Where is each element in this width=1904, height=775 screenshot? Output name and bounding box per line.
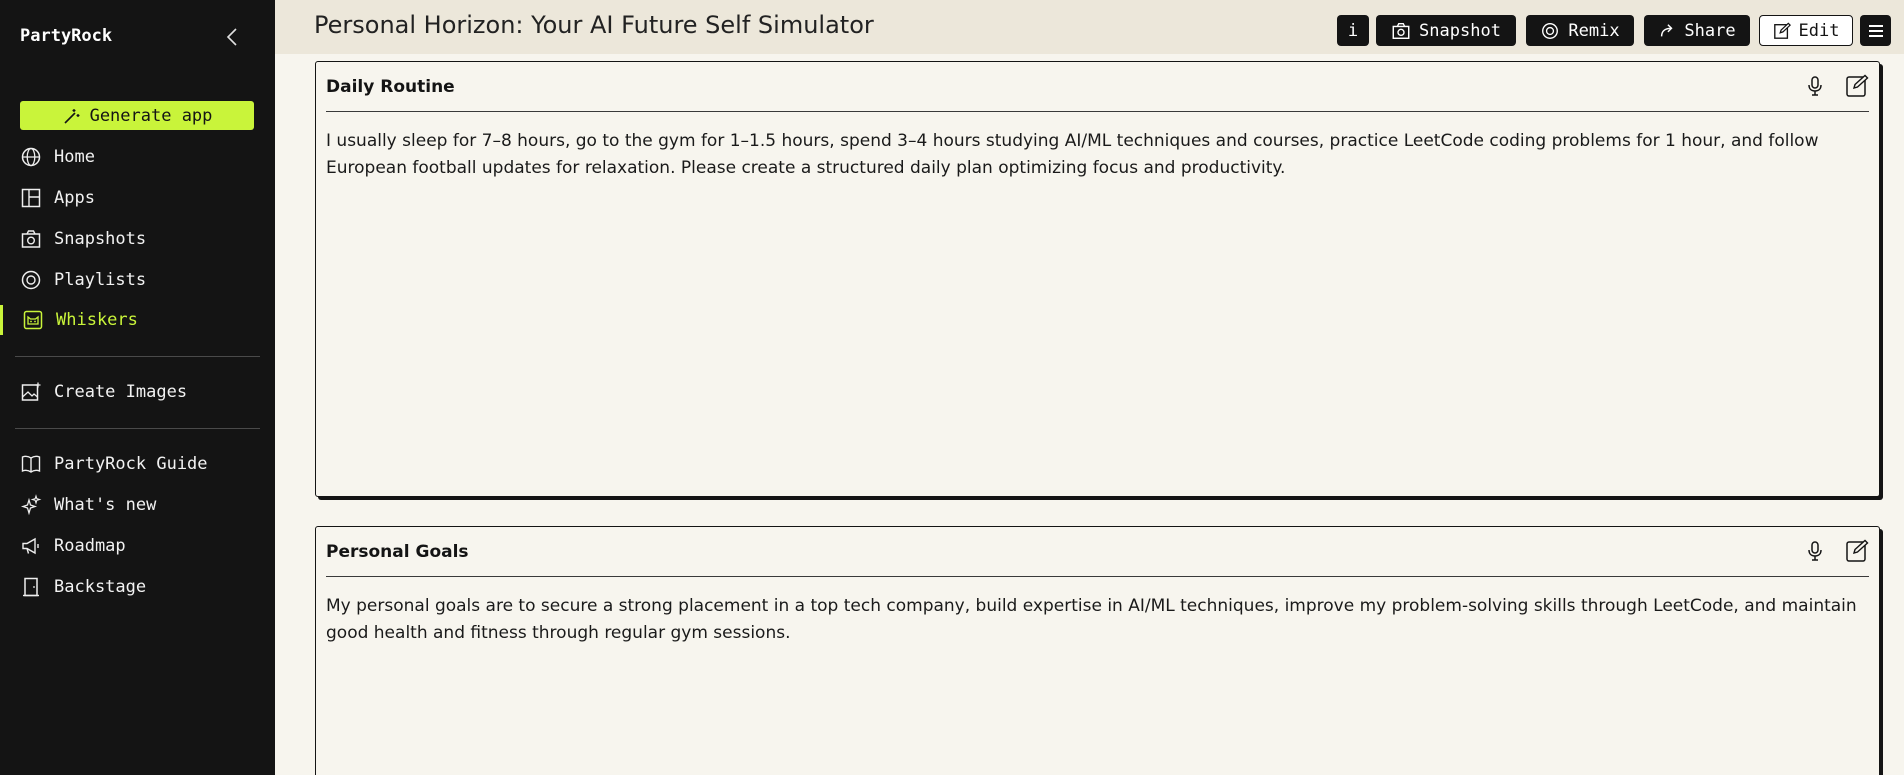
sidebar-item-label: Snapshots bbox=[54, 229, 147, 249]
edit-icon[interactable] bbox=[1845, 539, 1869, 563]
remix-icon bbox=[1542, 22, 1559, 39]
sidebar-item-guide[interactable]: PartyRock Guide bbox=[20, 449, 208, 479]
widget-header: Personal Goals bbox=[326, 527, 1869, 577]
personal-goals-widget: Personal Goals My personal goals are to … bbox=[315, 526, 1880, 775]
generate-app-label: Generate app bbox=[89, 105, 213, 126]
magic-wand-icon bbox=[64, 108, 80, 124]
sidebar-item-whats-new[interactable]: What's new bbox=[20, 490, 156, 520]
share-label: Share bbox=[1684, 20, 1736, 41]
sidebar-item-apps[interactable]: Apps bbox=[20, 183, 95, 213]
playlist-icon bbox=[20, 269, 42, 291]
sidebar-item-label: Backstage bbox=[54, 577, 147, 597]
snapshot-button[interactable]: Snapshot bbox=[1376, 15, 1516, 46]
page-title: Personal Horizon: Your AI Future Self Si… bbox=[314, 11, 874, 39]
widget-title: Daily Routine bbox=[326, 77, 455, 97]
brand-logo[interactable]: PartyRock bbox=[20, 26, 112, 46]
sidebar-item-backstage[interactable]: Backstage bbox=[20, 572, 146, 602]
generate-app-button[interactable]: Generate app bbox=[20, 101, 254, 130]
app-header: Personal Horizon: Your AI Future Self Si… bbox=[275, 0, 1904, 54]
sidebar-divider bbox=[15, 356, 260, 357]
hamburger-menu-icon bbox=[1868, 24, 1883, 37]
cat-icon bbox=[22, 309, 44, 331]
sidebar-item-label: Home bbox=[54, 147, 95, 167]
sidebar-item-create-images[interactable]: Create Images bbox=[20, 377, 187, 407]
share-arrow-icon bbox=[1661, 23, 1673, 36]
edit-icon[interactable] bbox=[1845, 74, 1869, 98]
image-sparkle-icon bbox=[20, 381, 42, 403]
book-icon bbox=[20, 453, 42, 475]
remix-button[interactable]: Remix bbox=[1526, 15, 1634, 46]
sidebar-item-label: Whiskers bbox=[56, 310, 138, 330]
widget-text[interactable]: I usually sleep for 7–8 hours, go to the… bbox=[326, 128, 1859, 182]
sidebar-item-roadmap[interactable]: Roadmap bbox=[20, 531, 126, 561]
share-button[interactable]: Share bbox=[1644, 15, 1750, 46]
widget-title: Personal Goals bbox=[326, 542, 469, 562]
collapse-sidebar-button[interactable] bbox=[222, 26, 244, 48]
camera-icon bbox=[20, 228, 42, 250]
sidebar-item-label: Roadmap bbox=[54, 536, 126, 556]
sidebar-item-label: PartyRock Guide bbox=[54, 454, 208, 474]
sidebar-divider bbox=[15, 428, 260, 429]
remix-label: Remix bbox=[1568, 20, 1620, 41]
globe-icon bbox=[20, 146, 42, 168]
layout-icon bbox=[20, 187, 42, 209]
snapshot-label: Snapshot bbox=[1419, 20, 1501, 41]
sidebar-item-label: Playlists bbox=[54, 270, 147, 290]
info-label: i bbox=[1347, 20, 1359, 41]
sidebar-item-label: Apps bbox=[54, 188, 95, 208]
microphone-icon[interactable] bbox=[1803, 539, 1827, 563]
sidebar-item-playlists[interactable]: Playlists bbox=[20, 265, 146, 295]
info-button[interactable]: i bbox=[1337, 15, 1369, 46]
microphone-icon[interactable] bbox=[1803, 74, 1827, 98]
sidebar-item-home[interactable]: Home bbox=[20, 142, 95, 172]
edit-icon bbox=[1773, 21, 1791, 39]
widget-actions bbox=[1803, 539, 1869, 563]
menu-button[interactable] bbox=[1860, 15, 1891, 46]
sidebar-item-snapshots[interactable]: Snapshots bbox=[20, 224, 146, 254]
edit-label: Edit bbox=[1798, 20, 1840, 41]
camera-icon bbox=[1392, 22, 1410, 39]
widget-actions bbox=[1803, 74, 1869, 98]
chevron-left-icon bbox=[226, 28, 237, 46]
sidebar-item-label: What's new bbox=[54, 495, 157, 515]
megaphone-icon bbox=[20, 535, 42, 557]
sparkle-icon bbox=[20, 494, 42, 516]
active-indicator bbox=[0, 305, 3, 335]
widget-text[interactable]: My personal goals are to secure a strong… bbox=[326, 593, 1859, 647]
daily-routine-widget: Daily Routine I usually sleep for 7–8 ho… bbox=[315, 61, 1880, 497]
sidebar-item-label: Create Images bbox=[54, 382, 188, 402]
edit-button[interactable]: Edit bbox=[1759, 15, 1853, 46]
widget-header: Daily Routine bbox=[326, 62, 1869, 112]
sidebar: PartyRock Generate app Home Apps Snapsho… bbox=[0, 0, 275, 775]
sidebar-item-whiskers[interactable]: Whiskers bbox=[22, 305, 138, 335]
door-icon bbox=[20, 576, 42, 598]
